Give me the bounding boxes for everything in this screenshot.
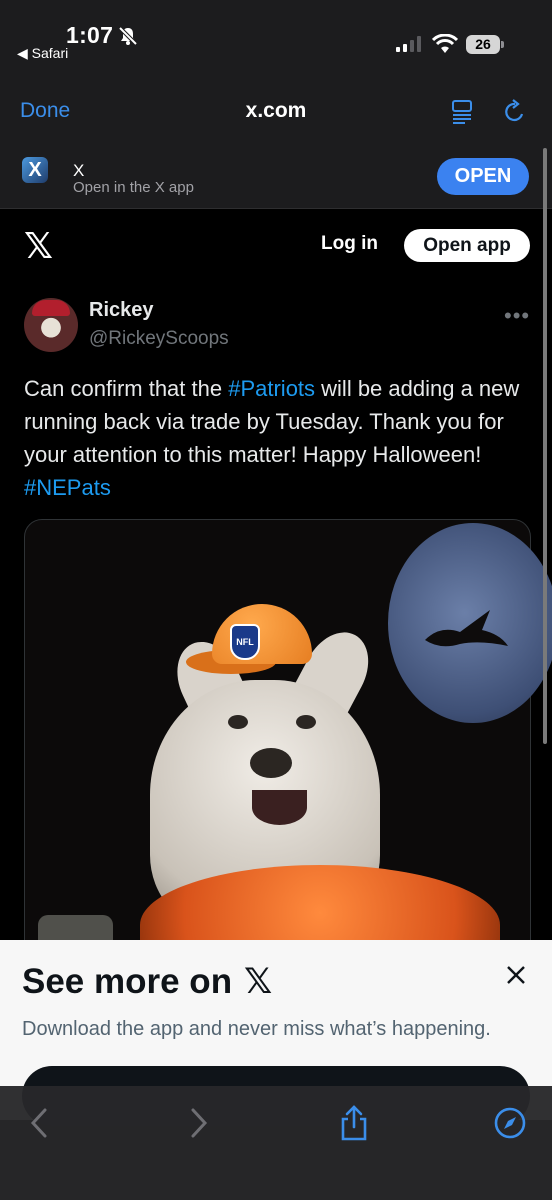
banner-app-name: X	[73, 161, 85, 180]
scrollbar[interactable]	[543, 148, 547, 744]
nfl-logo-icon: NFL	[230, 624, 260, 660]
dog-nose	[250, 748, 292, 778]
sheet-x-logo-icon: 𝕏	[244, 962, 273, 1001]
chevron-right-icon[interactable]	[186, 1106, 210, 1145]
battery-indicator: 26	[466, 35, 500, 54]
author-name[interactable]: Rickey	[89, 299, 154, 322]
avatar-cap	[32, 300, 70, 316]
close-icon[interactable]	[503, 962, 529, 988]
witch-silhouette	[420, 600, 510, 660]
sheet-title: See more on	[22, 962, 233, 1001]
login-link[interactable]: Log in	[321, 233, 378, 255]
sheet-description: Download the app and never miss what’s h…	[22, 1018, 491, 1040]
dog-mouth	[252, 790, 307, 825]
reader-view-icon[interactable]	[450, 99, 474, 130]
status-time: 1:07	[66, 22, 114, 48]
x-logo-icon[interactable]: 𝕏	[24, 228, 53, 264]
dog-eye	[228, 715, 248, 729]
banner-open-button[interactable]: OPEN	[437, 158, 529, 195]
hashtag-patriots[interactable]: #Patriots	[228, 376, 315, 401]
open-app-button[interactable]: Open app	[404, 229, 530, 262]
banner-subtitle: Open in the X app	[73, 179, 194, 196]
chevron-left-icon[interactable]	[28, 1106, 52, 1145]
tweet-text: Can confirm that the #Patriots will be a…	[24, 372, 530, 504]
share-icon[interactable]	[338, 1103, 370, 1148]
signal-icon	[396, 36, 422, 57]
wifi-icon	[431, 33, 459, 59]
dog-eye	[296, 715, 316, 729]
battery-tip	[501, 41, 504, 48]
x-app-logo: X	[22, 157, 48, 183]
hashtag-nepats[interactable]: #NEPats	[24, 475, 111, 500]
silent-bell-icon	[118, 26, 138, 51]
reload-icon[interactable]	[503, 99, 527, 130]
back-to-safari-link[interactable]: ◀ Safari	[17, 45, 68, 62]
more-options-icon[interactable]: •••	[504, 303, 530, 329]
compass-icon[interactable]	[493, 1106, 527, 1145]
tweet-text-part: Can confirm that the	[24, 376, 229, 401]
author-handle[interactable]: @RickeyScoops	[89, 328, 229, 350]
safari-toolbar	[0, 1086, 552, 1200]
